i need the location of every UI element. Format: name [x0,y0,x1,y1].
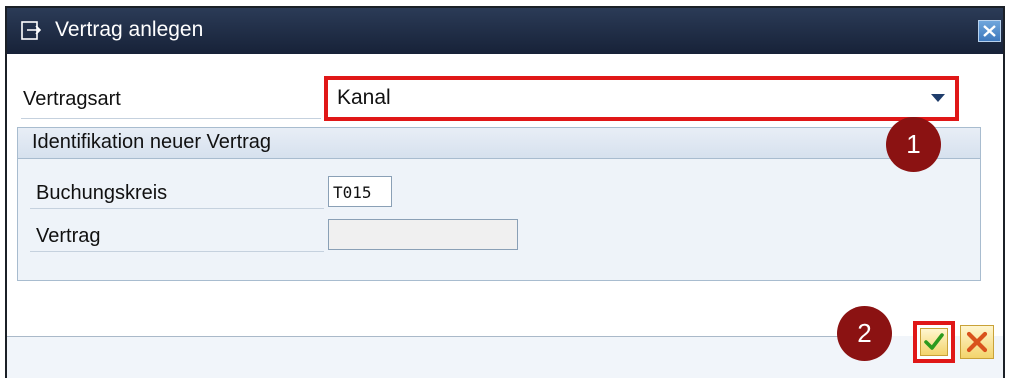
cancel-button[interactable] [960,325,994,359]
chevron-down-icon[interactable] [931,94,945,102]
new-contract-group: Identifikation neuer Vertrag Buchungskre… [17,127,981,281]
divider [30,208,324,209]
close-button[interactable] [978,20,1001,42]
checkmark-icon [924,333,944,350]
title-bar: Vertrag anlegen [7,8,1003,54]
annotation-marker-1: 1 [886,117,941,172]
window-title: Vertrag anlegen [55,18,204,41]
group-title: Identifikation neuer Vertrag [32,131,272,153]
contract-input [328,219,518,250]
contract-type-dropdown[interactable]: Kanal [324,76,959,121]
contract-label: Vertrag [36,225,101,247]
contract-type-value: Kanal [337,86,391,109]
group-header: Identifikation neuer Vertrag [18,128,980,159]
confirm-button-highlight [913,321,955,363]
contract-type-label: Vertragsart [23,88,121,110]
confirm-button[interactable] [920,328,948,356]
divider [21,118,321,119]
annotation-marker-2: 2 [837,306,892,361]
dialog-content: Vertragsart Kanal Identifikation neuer V… [7,54,1003,336]
divider [30,251,324,252]
close-icon [983,25,996,37]
cancel-x-icon [966,331,988,353]
company-code-label: Buchungskreis [36,182,168,204]
create-document-icon [21,21,43,40]
company-code-input[interactable]: T015 [328,176,392,207]
footer-divider [7,336,847,337]
